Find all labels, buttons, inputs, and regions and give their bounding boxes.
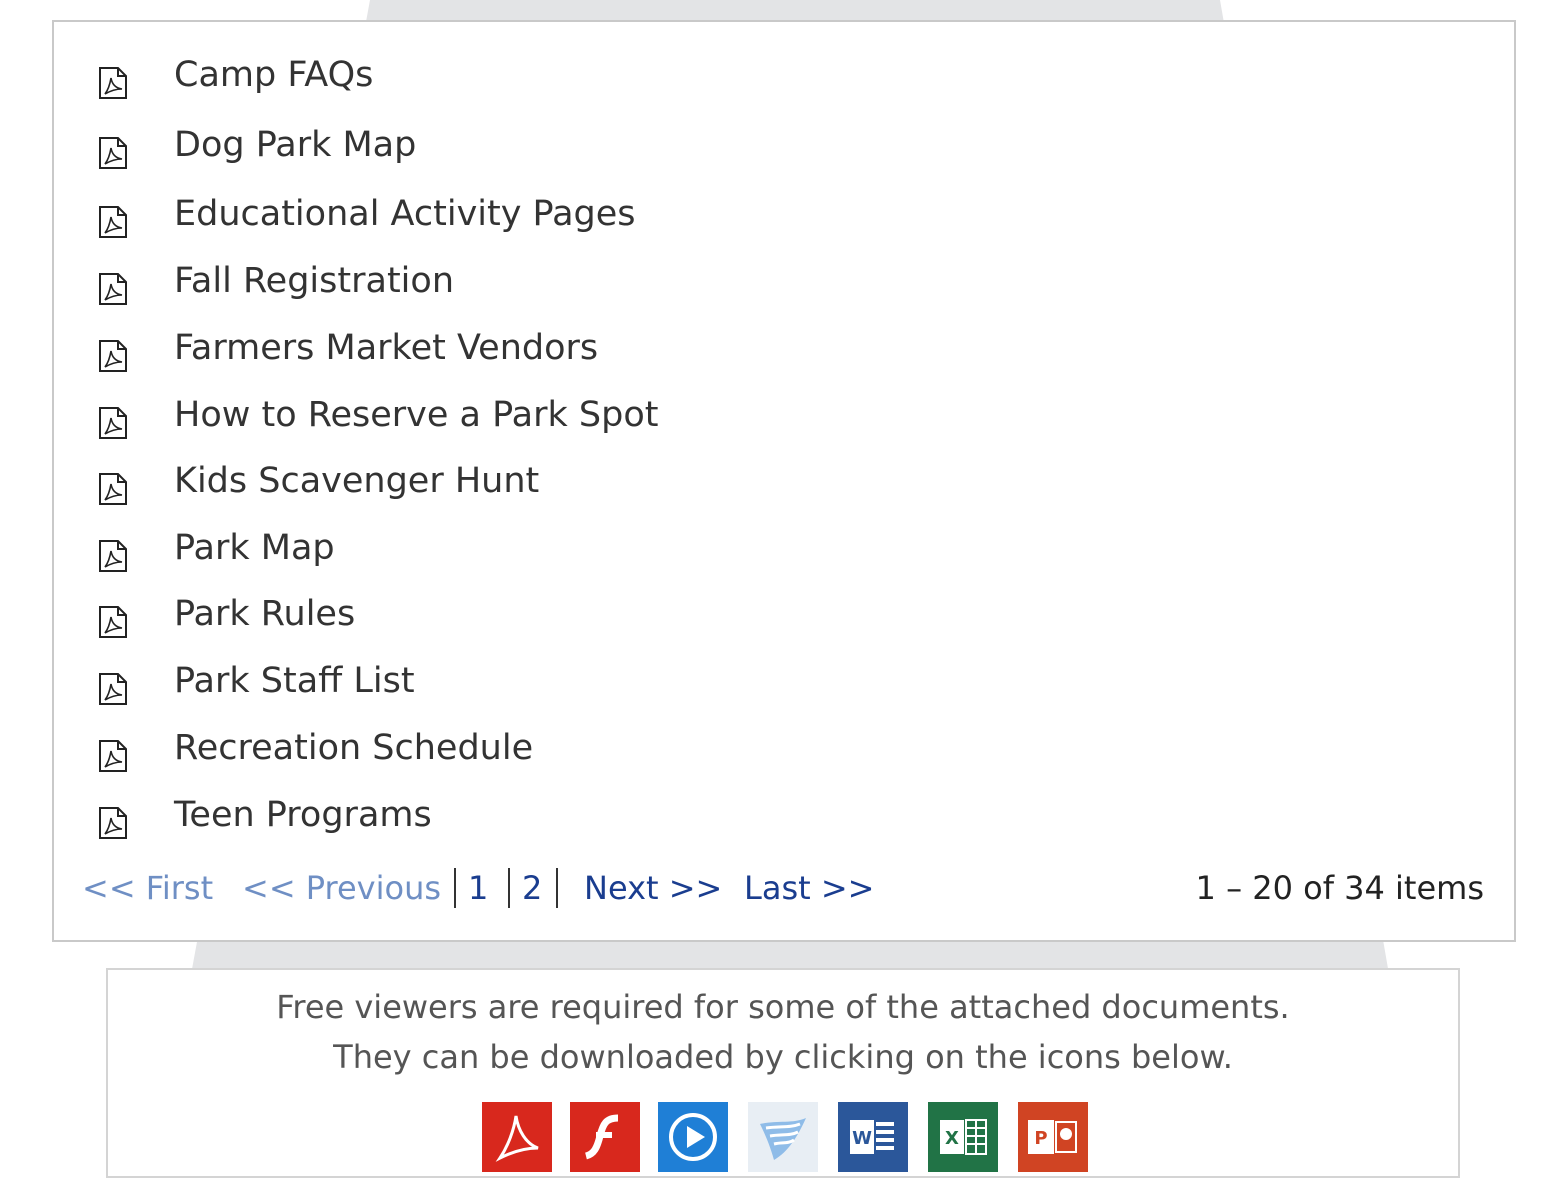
previous-page-link[interactable]: << Previous [242, 860, 441, 916]
pdf-icon [98, 406, 128, 440]
windows-media-player-icon[interactable] [658, 1102, 728, 1172]
pdf-icon [98, 339, 128, 373]
adobe-reader-icon[interactable] [482, 1102, 552, 1172]
document-link[interactable]: Kids Scavenger Hunt [174, 456, 539, 506]
last-page-link[interactable]: Last >> [744, 860, 874, 916]
next-page-link[interactable]: Next >> [584, 860, 722, 916]
svg-text:P: P [1034, 1128, 1047, 1149]
pdf-icon [98, 739, 128, 773]
first-page-link[interactable]: << First [82, 860, 213, 916]
pdf-icon [98, 66, 128, 100]
document-link[interactable]: Camp FAQs [174, 50, 373, 100]
document-link[interactable]: Park Staff List [174, 656, 415, 706]
silverlight-icon[interactable] [748, 1102, 818, 1172]
page-1-link[interactable]: 1 [468, 860, 488, 916]
item-count: 1 – 20 of 34 items [1195, 869, 1484, 907]
document-link[interactable]: Farmers Market Vendors [174, 323, 598, 373]
flash-player-icon[interactable] [570, 1102, 640, 1172]
document-link[interactable]: Park Map [174, 523, 335, 573]
pdf-icon [98, 472, 128, 506]
document-link[interactable]: Fall Registration [174, 256, 454, 306]
pdf-icon [98, 539, 128, 573]
document-list-panel: Camp FAQs Dog Park Map Educational Activ… [52, 20, 1516, 942]
document-link[interactable]: Park Rules [174, 589, 355, 639]
pager-separator [556, 868, 558, 908]
pdf-icon [98, 806, 128, 840]
viewer-icons: W X P [482, 1102, 1092, 1172]
document-link[interactable]: How to Reserve a Park Spot [174, 390, 658, 440]
pdf-icon [98, 136, 128, 170]
document-link[interactable]: Educational Activity Pages [174, 189, 636, 239]
viewers-message-line2: They can be downloaded by clicking on th… [333, 1038, 1233, 1076]
word-viewer-icon[interactable]: W [838, 1102, 908, 1172]
pdf-icon [98, 205, 128, 239]
pdf-icon [98, 605, 128, 639]
document-link[interactable]: Dog Park Map [174, 120, 416, 170]
svg-text:W: W [852, 1128, 872, 1149]
svg-text:X: X [945, 1128, 959, 1149]
pager-separator [508, 868, 510, 908]
page-2-link[interactable]: 2 [522, 860, 542, 916]
excel-viewer-icon[interactable]: X [928, 1102, 998, 1172]
pdf-icon [98, 272, 128, 306]
viewers-message-line1: Free viewers are required for some of th… [276, 988, 1290, 1026]
document-link[interactable]: Teen Programs [174, 790, 432, 840]
pdf-icon [98, 672, 128, 706]
free-viewers-panel: Free viewers are required for some of th… [106, 968, 1460, 1178]
pager-separator [454, 868, 456, 908]
powerpoint-viewer-icon[interactable]: P [1018, 1102, 1088, 1172]
document-link[interactable]: Recreation Schedule [174, 723, 533, 773]
